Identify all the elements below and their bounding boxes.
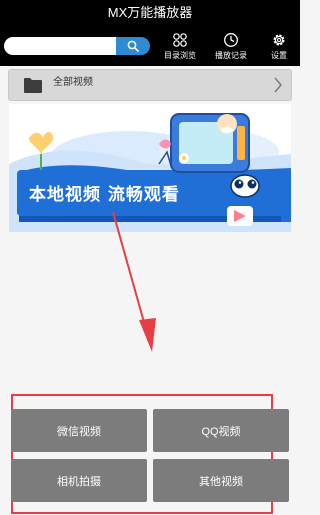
other-videos-button[interactable]: 其他视频 <box>153 459 289 502</box>
qq-videos-button[interactable]: QQ视频 <box>153 409 289 452</box>
camera-videos-label: 相机拍摄 <box>57 475 101 488</box>
camera-videos-button[interactable]: 相机拍摄 <box>11 459 147 502</box>
wechat-videos-button[interactable]: 微信视频 <box>11 409 147 452</box>
qq-videos-label: QQ视频 <box>201 425 241 438</box>
other-videos-label: 其他视频 <box>199 475 243 488</box>
wechat-videos-label: 微信视频 <box>57 425 101 438</box>
